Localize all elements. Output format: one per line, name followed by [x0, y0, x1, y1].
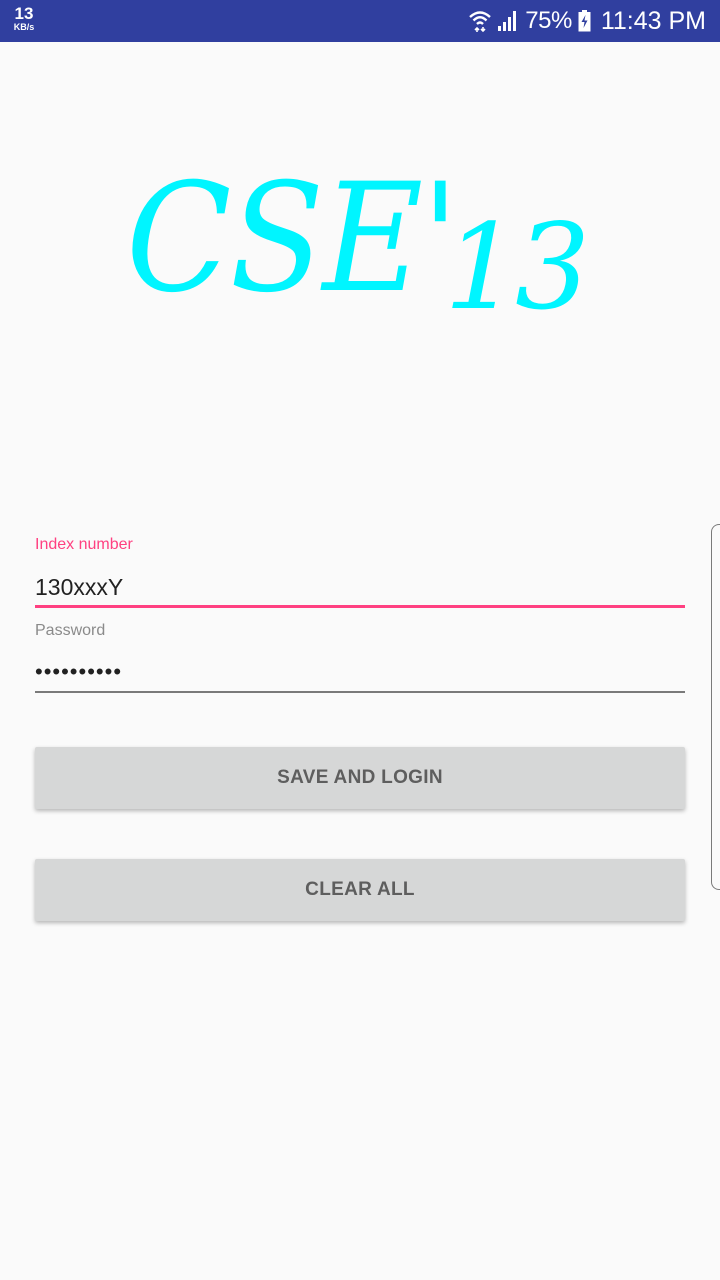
- edge-panel-handle[interactable]: [711, 524, 720, 890]
- password-label: Password: [35, 622, 106, 639]
- password-underline: [35, 691, 685, 693]
- status-bar: 13 KB/s 75% 11:43 PM: [0, 0, 720, 42]
- battery-charging-icon: [578, 10, 591, 32]
- clear-all-button[interactable]: CLEAR ALL: [35, 859, 685, 921]
- app-logo: CSE' 13: [0, 150, 720, 370]
- index-number-input[interactable]: 130xxxY: [35, 574, 123, 601]
- network-speed-unit: KB/s: [13, 22, 35, 32]
- logo-text-main: CSE': [126, 152, 459, 326]
- network-speed-value: 13: [14, 4, 34, 23]
- network-speed: 13 KB/s: [10, 5, 38, 32]
- status-icons: 75% 11:43 PM: [469, 0, 706, 42]
- battery-percent: 75%: [525, 7, 572, 34]
- signal-icon: [497, 10, 519, 32]
- index-number-field[interactable]: Index number 130xxxY: [35, 536, 685, 612]
- clock-time: 11:43 PM: [600, 6, 706, 35]
- index-number-underline: [35, 605, 685, 608]
- index-number-label: Index number: [35, 536, 133, 553]
- wifi-icon: [469, 9, 492, 33]
- password-field[interactable]: Password ••••••••••: [35, 622, 685, 698]
- password-input[interactable]: ••••••••••: [35, 659, 122, 685]
- logo-text-year: 13: [444, 198, 590, 336]
- save-and-login-button[interactable]: SAVE AND LOGIN: [35, 747, 685, 809]
